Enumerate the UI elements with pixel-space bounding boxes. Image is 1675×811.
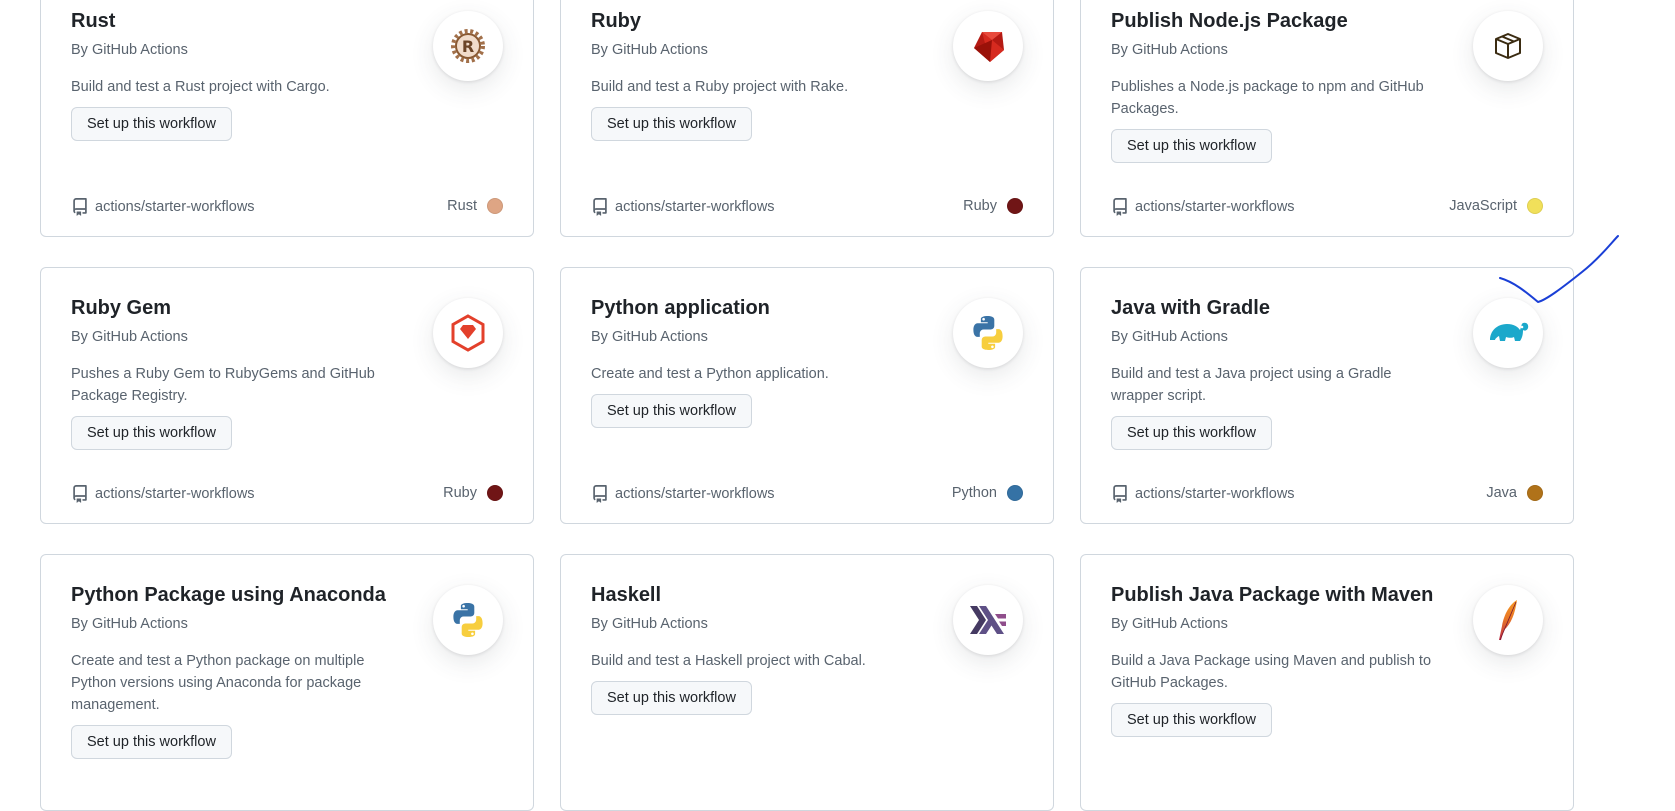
language-label: Ruby — [443, 485, 477, 501]
card-byline: By GitHub Actions — [1111, 329, 1228, 345]
repo-icon — [1113, 485, 1127, 503]
set-up-workflow-button[interactable]: Set up this workflow — [591, 394, 752, 428]
workflow-card-ruby: Ruby By GitHub Actions Build and test a … — [560, 0, 1054, 237]
card-description: Build a Java Package using Maven and pub… — [1111, 653, 1432, 691]
repo-name: actions/starter-workflows — [95, 199, 255, 215]
maven-feather-logo-icon — [1473, 585, 1543, 655]
language-indicator: Java — [1486, 485, 1543, 501]
repo-icon — [593, 485, 607, 503]
language-indicator: Ruby — [443, 485, 503, 501]
language-label: Rust — [447, 198, 477, 214]
language-color-dot — [487, 485, 503, 501]
language-color-dot — [1007, 485, 1023, 501]
card-title: Rust — [71, 10, 116, 32]
haskell-logo-icon — [953, 585, 1023, 655]
python-logo-icon — [953, 298, 1023, 368]
card-description: Pushes a Ruby Gem to RubyGems and GitHub… — [71, 366, 375, 404]
card-byline: By GitHub Actions — [1111, 616, 1228, 632]
language-indicator: Ruby — [963, 198, 1023, 214]
language-color-dot — [1527, 198, 1543, 214]
card-footer: actions/starter-workflows JavaScript — [1111, 198, 1543, 222]
repo-icon — [593, 198, 607, 216]
card-description: Build and test a Java project using a Gr… — [1111, 366, 1392, 404]
repo-icon — [73, 485, 87, 503]
set-up-workflow-button[interactable]: Set up this workflow — [71, 107, 232, 141]
language-color-dot — [1527, 485, 1543, 501]
card-title: Python Package using Anaconda — [71, 584, 386, 606]
card-title: Java with Gradle — [1111, 297, 1270, 319]
workflow-card-rust: Rust By GitHub Actions Build and test a … — [40, 0, 534, 237]
card-footer: actions/starter-workflows Rust — [71, 198, 503, 222]
language-label: Java — [1486, 485, 1517, 501]
repo-name: actions/starter-workflows — [95, 486, 255, 502]
workflow-card-java-maven: Publish Java Package with Maven By GitHu… — [1080, 554, 1574, 811]
card-description: Build and test a Haskell project with Ca… — [591, 653, 866, 669]
repo-link[interactable]: actions/starter-workflows — [591, 198, 775, 216]
repo-name: actions/starter-workflows — [615, 199, 775, 215]
card-byline: By GitHub Actions — [71, 42, 188, 58]
repo-name: actions/starter-workflows — [1135, 486, 1295, 502]
python-logo-icon — [433, 585, 503, 655]
repo-link[interactable]: actions/starter-workflows — [591, 485, 775, 503]
card-title: Ruby — [591, 10, 641, 32]
card-footer: actions/starter-workflows Python — [591, 485, 1023, 509]
repo-link[interactable]: actions/starter-workflows — [1111, 198, 1295, 216]
card-title: Publish Node.js Package — [1111, 10, 1348, 32]
card-byline: By GitHub Actions — [591, 42, 708, 58]
card-description: Build and test a Rust project with Cargo… — [71, 79, 330, 95]
card-byline: By GitHub Actions — [591, 329, 708, 345]
card-byline: By GitHub Actions — [71, 329, 188, 345]
card-byline: By GitHub Actions — [71, 616, 188, 632]
card-footer: actions/starter-workflows Ruby — [71, 485, 503, 509]
workflow-card-ruby-gem: Ruby Gem By GitHub Actions Pushes a Ruby… — [40, 267, 534, 524]
set-up-workflow-button[interactable]: Set up this workflow — [1111, 416, 1272, 450]
card-title: Ruby Gem — [71, 297, 172, 319]
workflow-card-python-anaconda: Python Package using Anaconda By GitHub … — [40, 554, 534, 811]
repo-name: actions/starter-workflows — [615, 486, 775, 502]
card-footer: actions/starter-workflows Ruby — [591, 198, 1023, 222]
card-title: Publish Java Package with Maven — [1111, 584, 1434, 606]
rust-logo-icon: R — [433, 11, 503, 81]
set-up-workflow-button[interactable]: Set up this workflow — [71, 416, 232, 450]
card-footer: actions/starter-workflows Java — [1111, 485, 1543, 509]
language-color-dot — [487, 198, 503, 214]
language-indicator: JavaScript — [1449, 198, 1543, 214]
card-description: Create and test a Python application. — [591, 366, 829, 382]
ruby-logo-icon — [953, 11, 1023, 81]
package-icon — [1473, 11, 1543, 81]
repo-icon — [1113, 198, 1127, 216]
workflow-card-publish-nodejs: Publish Node.js Package By GitHub Action… — [1080, 0, 1574, 237]
set-up-workflow-button[interactable]: Set up this workflow — [1111, 129, 1272, 163]
card-title: Haskell — [591, 584, 662, 606]
workflow-card-haskell: Haskell By GitHub Actions Build and test… — [560, 554, 1054, 811]
repo-name: actions/starter-workflows — [1135, 199, 1295, 215]
card-description: Build and test a Ruby project with Rake. — [591, 79, 849, 95]
language-indicator: Python — [952, 485, 1023, 501]
set-up-workflow-button[interactable]: Set up this workflow — [591, 107, 752, 141]
card-description: Publishes a Node.js package to npm and G… — [1111, 79, 1424, 117]
repo-link[interactable]: actions/starter-workflows — [71, 485, 255, 503]
language-label: JavaScript — [1449, 198, 1517, 214]
svg-text:R: R — [462, 37, 474, 56]
ruby-gem-logo-icon — [433, 298, 503, 368]
set-up-workflow-button[interactable]: Set up this workflow — [71, 725, 232, 759]
language-indicator: Rust — [447, 198, 503, 214]
language-label: Python — [951, 485, 997, 501]
checkmark-annotation-icon — [1499, 235, 1619, 303]
card-byline: By GitHub Actions — [1111, 42, 1228, 58]
set-up-workflow-button[interactable]: Set up this workflow — [1111, 703, 1272, 737]
repo-link[interactable]: actions/starter-workflows — [71, 198, 255, 216]
card-byline: By GitHub Actions — [591, 616, 708, 632]
language-label: Ruby — [963, 198, 997, 214]
repo-link[interactable]: actions/starter-workflows — [1111, 485, 1295, 503]
card-description: Create and test a Python package on mult… — [71, 653, 365, 713]
set-up-workflow-button[interactable]: Set up this workflow — [591, 681, 752, 715]
repo-icon — [73, 198, 87, 216]
card-title: Python application — [591, 297, 770, 319]
workflow-grid: Rust By GitHub Actions Build and test a … — [40, 0, 1576, 811]
workflow-card-python-application: Python application By GitHub Actions Cre… — [560, 267, 1054, 524]
language-color-dot — [1007, 198, 1023, 214]
